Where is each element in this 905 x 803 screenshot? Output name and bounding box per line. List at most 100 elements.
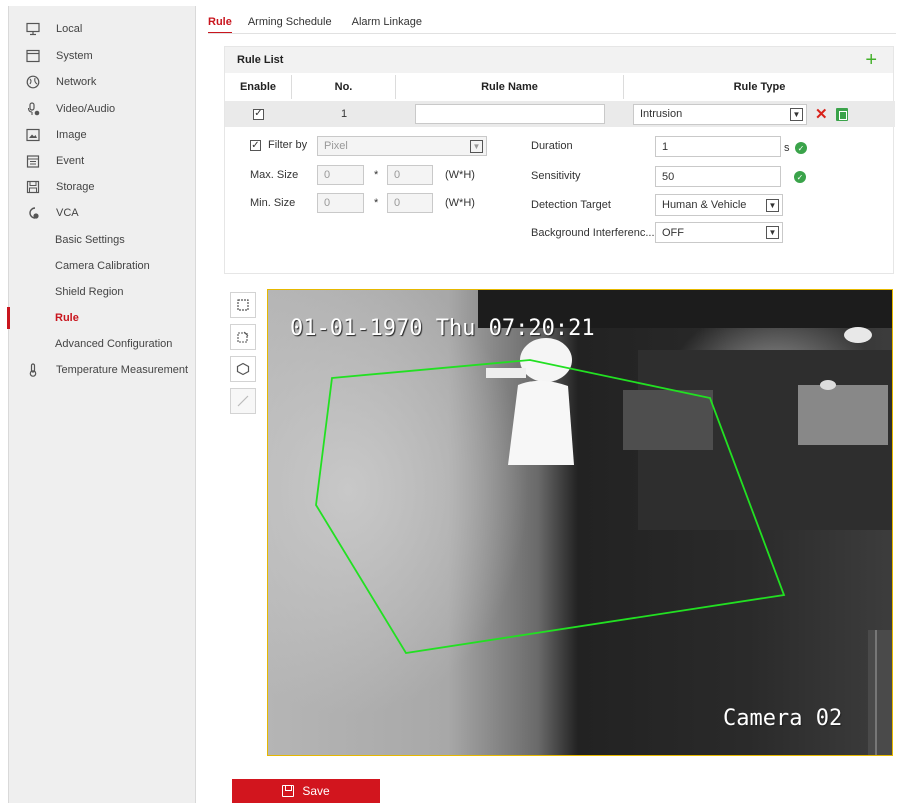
video-scene xyxy=(315,290,892,755)
sidebar-subitem-basic-settings[interactable]: Basic Settings xyxy=(9,227,196,253)
sidebar-subitem-rule[interactable]: Rule xyxy=(7,305,196,331)
draw-line-button[interactable] xyxy=(230,388,256,414)
filter-by-value: Pixel xyxy=(324,140,348,152)
tab-alarm-linkage[interactable]: Alarm Linkage xyxy=(352,12,422,34)
check-ok-icon: ✓ xyxy=(794,171,806,183)
rule-type-cell: Intrusion ▼ ✕ xyxy=(624,103,895,125)
background-interference-select[interactable]: OFF ▼ xyxy=(655,222,783,243)
filter-by-label: Filter by xyxy=(268,139,308,151)
rule-type-value: Intrusion xyxy=(640,108,683,120)
sidebar-subitem-camera-calibration[interactable]: Camera Calibration xyxy=(9,253,196,279)
system-icon xyxy=(26,49,40,63)
rule-list-panel: Rule List + Enable No. Rule Name Rule Ty… xyxy=(224,46,895,274)
sidebar-item-system[interactable]: System xyxy=(9,43,196,69)
sidebar-item-label: System xyxy=(56,50,93,62)
chevron-down-icon: ▼ xyxy=(790,107,803,121)
sensitivity-label: Sensitivity xyxy=(531,170,581,182)
detection-target-select[interactable]: Human & Vehicle ▼ xyxy=(655,194,783,216)
min-height-input[interactable] xyxy=(387,193,433,213)
draw-polygon-button[interactable] xyxy=(230,356,256,382)
tab-arming-schedule[interactable]: Arming Schedule xyxy=(248,12,332,34)
rule-name-cell xyxy=(396,104,624,124)
tab-rule[interactable]: Rule xyxy=(208,12,232,34)
vca-icon xyxy=(26,206,40,220)
sidebar-subitem-label: Basic Settings xyxy=(55,234,125,246)
sidebar-item-local[interactable]: Local xyxy=(9,16,196,42)
rule-table-header: Enable No. Rule Name Rule Type xyxy=(225,75,895,99)
rule-list-title: Rule List xyxy=(237,54,284,66)
chevron-down-icon: ▼ xyxy=(766,198,779,212)
sidebar-item-storage[interactable]: Storage xyxy=(9,174,196,200)
sensitivity-input[interactable] xyxy=(655,166,781,187)
live-video-view[interactable]: 01-01-1970 Thu 07:20:21 Camera 02 xyxy=(267,289,893,756)
save-icon xyxy=(282,785,295,797)
sidebar-item-network[interactable]: Network xyxy=(9,69,196,95)
min-size-unit: (W*H) xyxy=(445,197,475,209)
rule-name-input[interactable] xyxy=(415,104,605,124)
camera-name-label: Camera 02 xyxy=(723,706,843,731)
max-height-input[interactable] xyxy=(387,165,433,185)
table-row[interactable]: ✓ 1 Intrusion ▼ ✕ xyxy=(225,101,895,127)
image-icon xyxy=(26,128,40,142)
sidebar-item-label: Temperature Measurement xyxy=(56,364,189,376)
save-button[interactable]: Save xyxy=(232,779,380,803)
sidebar-subitem-label: Advanced Configuration xyxy=(55,338,173,350)
sidebar-item-temperature-measurement[interactable]: Temperature Measurement xyxy=(9,357,196,383)
duration-input[interactable] xyxy=(655,136,781,157)
sidebar-item-label: Local xyxy=(56,23,83,35)
column-header-no: No. xyxy=(292,75,396,99)
enable-cell: ✓ xyxy=(225,108,292,120)
chevron-down-icon: ▼ xyxy=(470,139,483,153)
globe-icon xyxy=(26,75,40,89)
chevron-down-icon: ▼ xyxy=(766,226,779,239)
delete-rule-icon[interactable]: ✕ xyxy=(815,105,828,123)
tab-bar: Rule Arming Schedule Alarm Linkage xyxy=(208,12,442,34)
sidebar-item-label: Event xyxy=(56,155,85,167)
column-header-rule-type: Rule Type xyxy=(733,81,786,93)
calendar-icon xyxy=(26,154,40,168)
min-width-input[interactable] xyxy=(317,193,364,213)
sidebar-item-label: Storage xyxy=(56,181,95,193)
rule-number: 1 xyxy=(340,108,348,120)
duration-label: Duration xyxy=(531,140,573,152)
max-width-input[interactable] xyxy=(317,165,364,185)
duration-unit: s xyxy=(784,142,790,154)
sidebar-subitem-label: Shield Region xyxy=(55,286,124,298)
tab-divider xyxy=(208,33,896,34)
sidebar-subitem-shield-region[interactable]: Shield Region xyxy=(9,279,196,305)
detection-target-value: Human & Vehicle xyxy=(662,199,747,211)
draw-rectangle-icon xyxy=(237,299,249,311)
sidebar-item-image[interactable]: Image xyxy=(9,122,196,148)
sidebar-subitem-label: Camera Calibration xyxy=(55,260,150,272)
times-symbol: * xyxy=(374,169,379,181)
rule-details: ✓ Filter by Pixel ▼ Max. Size * (W*H) Mi… xyxy=(225,131,895,251)
monitor-icon xyxy=(26,22,40,36)
copy-rule-icon[interactable] xyxy=(835,107,848,121)
filter-by-checkbox[interactable]: ✓ xyxy=(250,140,261,151)
polygon-icon xyxy=(236,362,250,376)
draw-toolbar xyxy=(230,292,258,420)
draw-area-button[interactable] xyxy=(230,292,256,318)
storage-icon xyxy=(26,180,40,194)
filter-by-select[interactable]: Pixel ▼ xyxy=(317,136,487,156)
clear-area-button[interactable] xyxy=(230,324,256,350)
sidebar-item-video-audio[interactable]: Video/Audio xyxy=(9,96,196,122)
sidebar: Local System Network Video/Audio Image E… xyxy=(7,6,196,803)
enable-checkbox[interactable]: ✓ xyxy=(253,108,264,120)
sidebar-item-label: Network xyxy=(56,76,97,88)
add-rule-button[interactable]: + xyxy=(865,49,877,72)
save-label: Save xyxy=(302,784,330,798)
sidebar-subitem-advanced-configuration[interactable]: Advanced Configuration xyxy=(9,331,196,357)
min-size-label: Min. Size xyxy=(250,197,296,209)
sidebar-item-label: VCA xyxy=(56,207,79,219)
check-ok-icon: ✓ xyxy=(795,142,807,154)
rule-list-header: Rule List + xyxy=(225,47,893,73)
sidebar-item-event[interactable]: Event xyxy=(9,148,196,174)
microphone-icon xyxy=(26,102,40,116)
thermometer-icon xyxy=(26,363,40,377)
max-size-unit: (W*H) xyxy=(445,169,475,181)
rule-type-select[interactable]: Intrusion ▼ xyxy=(633,103,807,125)
column-header-rule-name: Rule Name xyxy=(396,75,624,99)
background-interference-value: OFF xyxy=(662,226,684,239)
sidebar-item-vca[interactable]: VCA xyxy=(9,200,196,226)
